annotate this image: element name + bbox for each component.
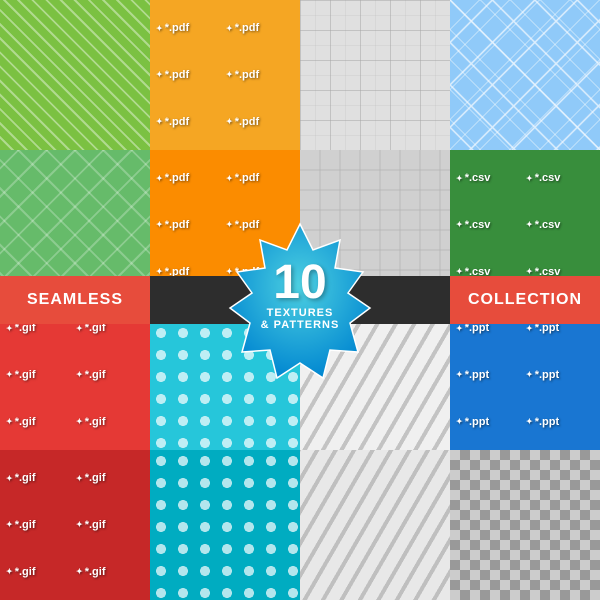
- cell-stripes-2: [300, 450, 450, 600]
- pdf-label-6: *.pdf: [226, 99, 294, 144]
- gif2-label-5: *.gif: [6, 549, 74, 594]
- grid-svg: [300, 0, 450, 150]
- gif2-label-2: *.gif: [76, 456, 144, 501]
- collection-label: COLLECTION: [468, 291, 582, 309]
- ppt-label-6: *.ppt: [526, 399, 594, 444]
- cell-diamonds-blue: [450, 0, 600, 150]
- cell-dots-teal-2: [150, 450, 300, 600]
- pdf-label-3: *.pdf: [156, 53, 224, 98]
- pdf-label-1: *.pdf: [156, 6, 224, 51]
- banner-left: SEAMLESS: [0, 276, 150, 324]
- gif-label-5: *.gif: [6, 399, 74, 444]
- csv-label-2: *.csv: [526, 156, 594, 201]
- cell-diag-green: [0, 0, 150, 150]
- ppt-label-4: *.ppt: [526, 353, 594, 398]
- gif2-label-3: *.gif: [6, 503, 74, 548]
- gif2-label-6: *.gif: [76, 549, 144, 594]
- pdf2-label-3: *.pdf: [156, 203, 224, 248]
- pdf2-label-2: *.pdf: [226, 156, 294, 201]
- csv-label-4: *.csv: [526, 203, 594, 248]
- pdf-label-2: *.pdf: [226, 6, 294, 51]
- cell-gif-red-2: *.gif *.gif *.gif *.gif *.gif *.gif: [0, 450, 150, 600]
- banner-right: COLLECTION: [450, 276, 600, 324]
- cell-checker: [450, 450, 600, 600]
- center-badge: 10 TEXTURES & PATTERNS: [220, 220, 380, 380]
- csv-label-1: *.csv: [456, 156, 524, 201]
- gif2-label-4: *.gif: [76, 503, 144, 548]
- pdf-label-4: *.pdf: [226, 53, 294, 98]
- gif-label-6: *.gif: [76, 399, 144, 444]
- badge-patterns: & PATTERNS: [261, 319, 340, 331]
- badge-textures: TEXTURES: [267, 307, 334, 319]
- gif2-label-1: *.gif: [6, 456, 74, 501]
- gif-label-3: *.gif: [6, 353, 74, 398]
- badge-number: 10: [273, 259, 326, 307]
- pdf2-label-1: *.pdf: [156, 156, 224, 201]
- cell-grid-gray: [300, 0, 450, 150]
- cell-pdf-orange: *.pdf *.pdf *.pdf *.pdf *.pdf *.pdf: [150, 0, 300, 150]
- ppt-label-5: *.ppt: [456, 399, 524, 444]
- ppt-label-3: *.ppt: [456, 353, 524, 398]
- main-container: *.pdf *.pdf *.pdf *.pdf *.pdf *.pdf: [0, 0, 600, 600]
- gif-label-4: *.gif: [76, 353, 144, 398]
- csv-label-3: *.csv: [456, 203, 524, 248]
- pdf-label-5: *.pdf: [156, 99, 224, 144]
- seamless-label: SEAMLESS: [27, 291, 123, 309]
